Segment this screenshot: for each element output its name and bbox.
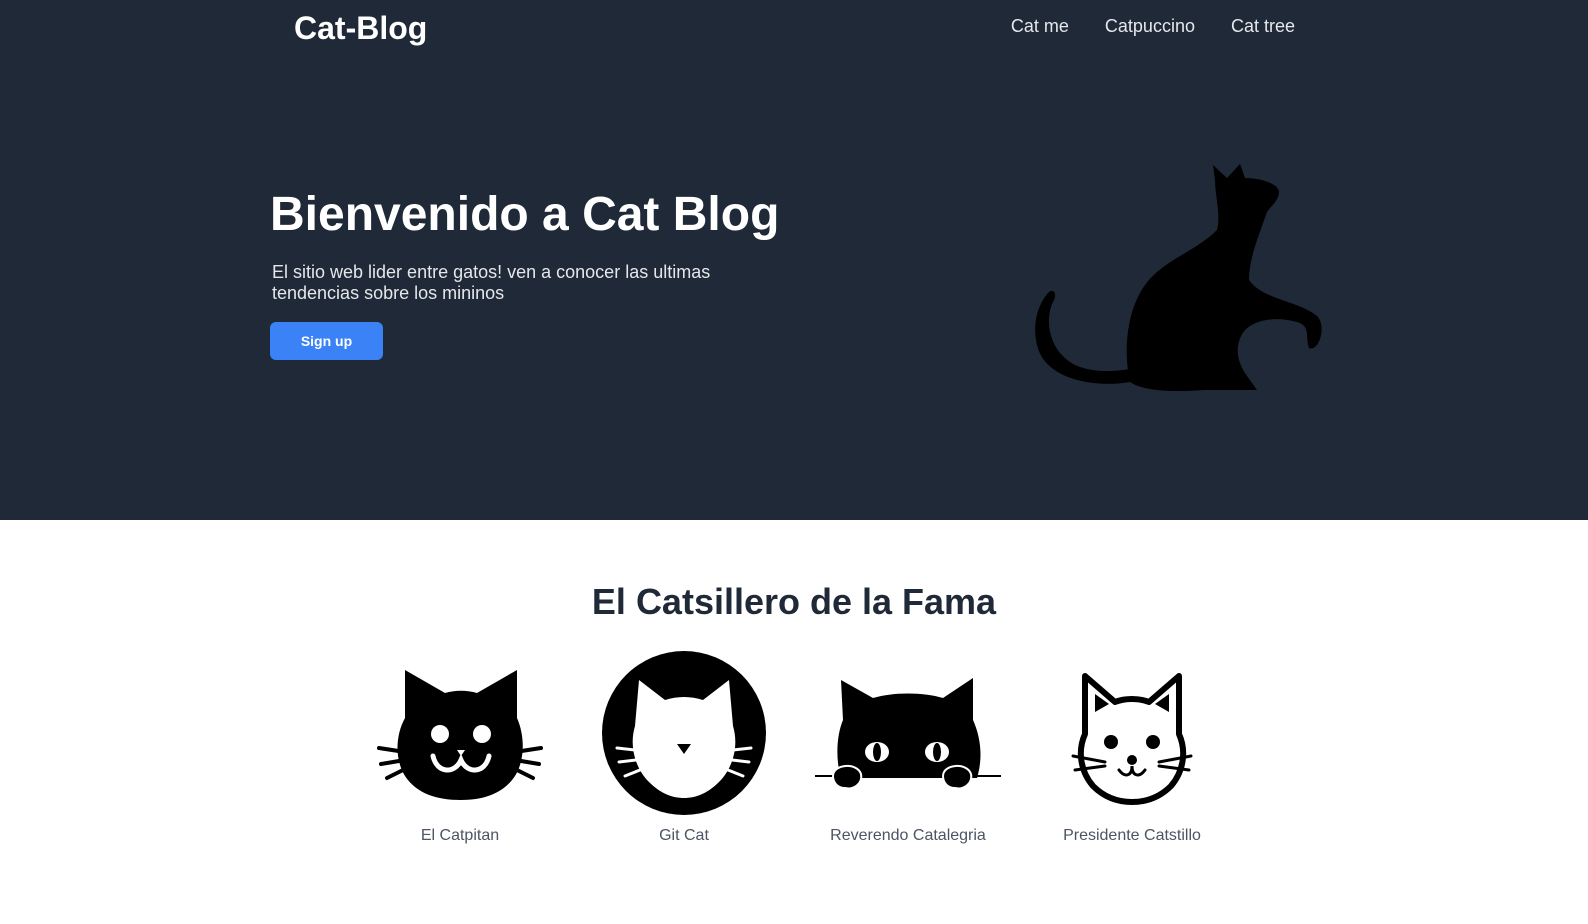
- cat-card-presidente-catstillo[interactable]: Presidente Catstillo: [1020, 648, 1244, 846]
- nav-link-cat-me[interactable]: Cat me: [1011, 14, 1069, 38]
- cat-name: Git Cat: [659, 827, 709, 844]
- cat-in-circle-icon: [602, 651, 766, 815]
- peeking-cat-icon: [815, 678, 1001, 790]
- hall-of-fame-title: El Catsillero de la Fama: [591, 581, 997, 622]
- hero-title: Bienvenido a Cat Blog: [270, 188, 780, 241]
- brand-logo[interactable]: Cat-Blog: [294, 8, 427, 48]
- cat-card-git-cat[interactable]: Git Cat: [572, 648, 796, 846]
- outlined-cat-face-icon: [1071, 673, 1193, 805]
- cat-name: El Catpitan: [420, 827, 500, 844]
- main-nav: Cat me Catpuccino Cat tree: [1011, 14, 1295, 38]
- cat-name: Presidente Catstillo: [1063, 827, 1201, 844]
- sitting-cat-silhouette-icon: [1035, 164, 1322, 392]
- hero-section: Cat-Blog Cat me Catpuccino Cat tree Bien…: [0, 0, 1588, 520]
- smiling-cat-face-icon: [377, 670, 543, 800]
- cat-name: Reverendo Catalegria: [830, 827, 986, 844]
- hero-subtitle: El sitio web lider entre gatos! ven a co…: [272, 262, 711, 303]
- cat-card-catpitan[interactable]: El Catpitan: [348, 648, 572, 846]
- nav-link-cat-tree[interactable]: Cat tree: [1231, 14, 1295, 38]
- nav-link-catpuccino[interactable]: Catpuccino: [1105, 14, 1195, 38]
- sign-up-button[interactable]: Sign up: [270, 322, 383, 360]
- cat-card-reverendo-catalegria[interactable]: Reverendo Catalegria: [796, 648, 1020, 846]
